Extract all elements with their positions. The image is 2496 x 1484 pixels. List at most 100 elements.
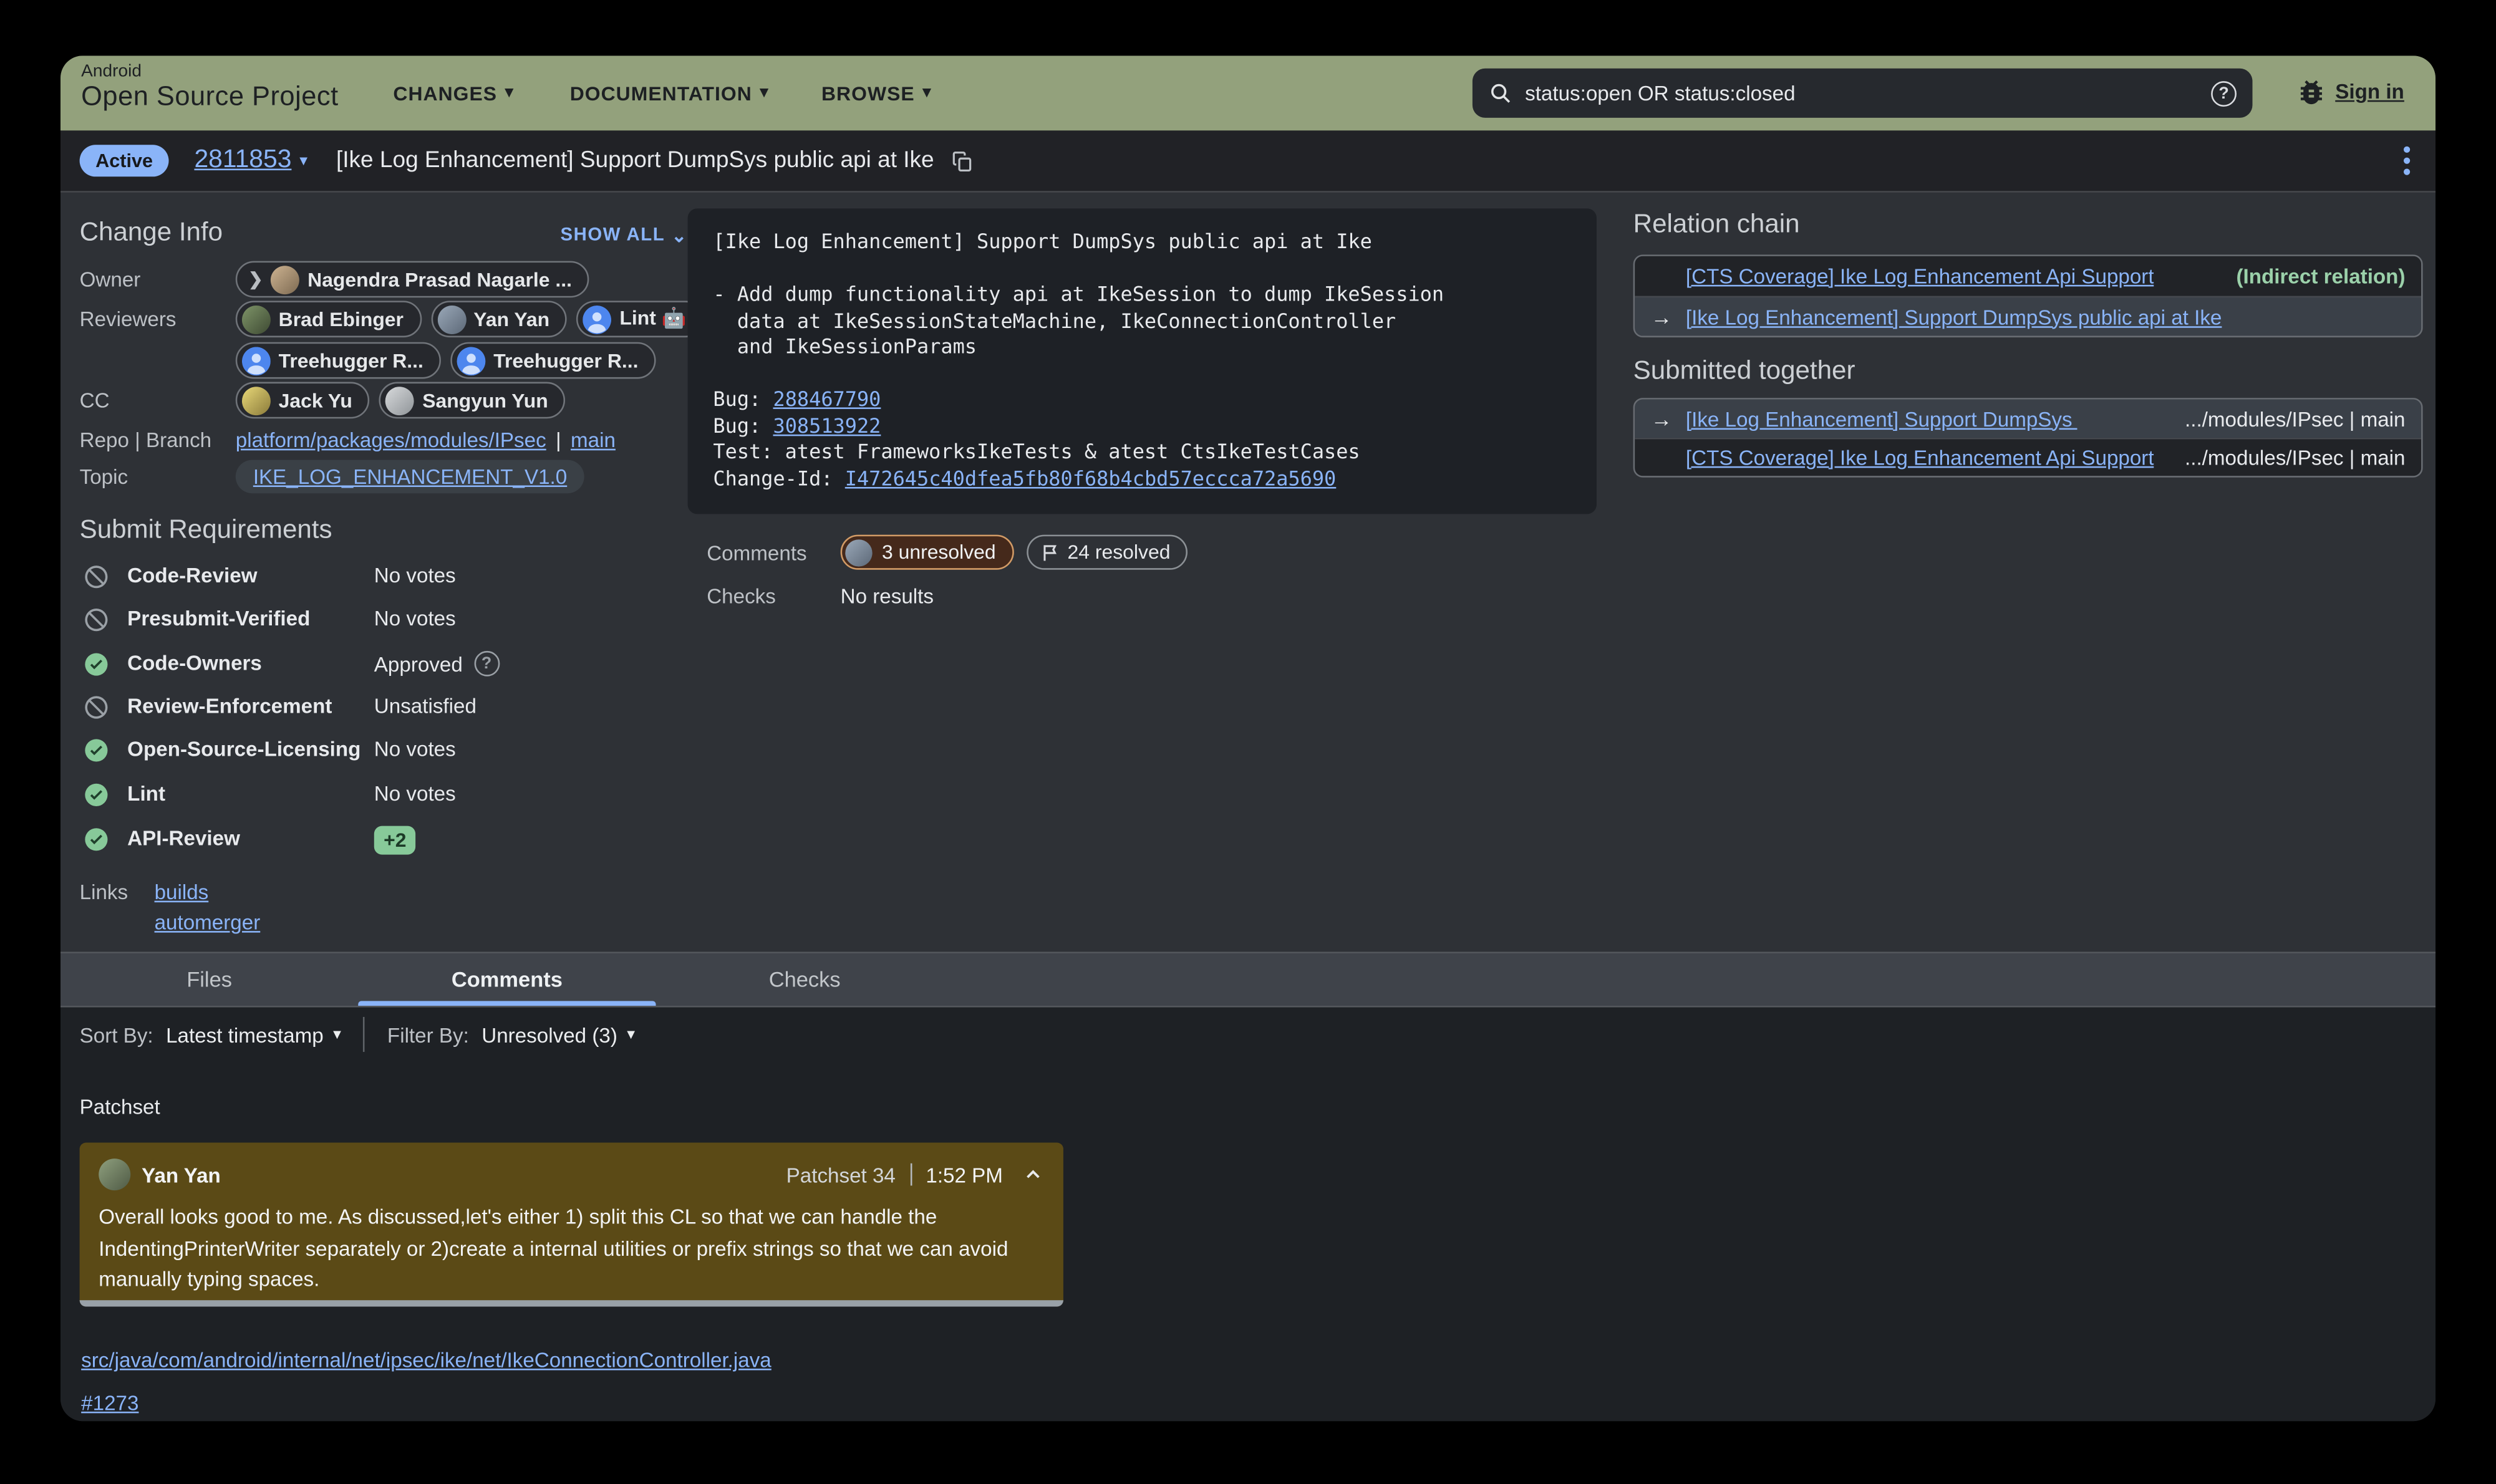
submitted-change-link[interactable]: [CTS Coverage] Ike Log Enhancement Api S… <box>1686 446 2154 470</box>
resolved-comments-chip[interactable]: 24 resolved <box>1026 535 1188 570</box>
change-id-link[interactable]: I472645c40dfea5fb80f68b4cbd57eccca72a569… <box>845 466 1337 489</box>
commit-title: [Ike Log Enhancement] Support DumpSys pu… <box>713 229 1571 256</box>
brand-logo[interactable]: Android Open Source Project <box>81 64 338 110</box>
blocked-icon <box>83 606 110 633</box>
avatar <box>99 1159 130 1190</box>
branch-link[interactable]: main <box>571 428 616 452</box>
change-id-line: Change-Id: I472645c40dfea5fb80f68b4cbd57… <box>713 466 1571 492</box>
person-avatar-icon <box>457 346 486 375</box>
automerger-link[interactable]: automerger <box>155 910 261 934</box>
requirement-row: Code-Owners Approved ? <box>80 649 688 681</box>
reviewer-chip[interactable]: Treehugger R... <box>450 342 655 379</box>
nav-browse[interactable]: BROWSE ▾ <box>821 82 931 104</box>
test-line: Test: atest FrameworksIkeTests & atest C… <box>713 439 1571 465</box>
caret-down-icon: ▾ <box>299 152 307 170</box>
bug-link[interactable]: 308513922 <box>773 413 881 436</box>
repo-link[interactable]: platform/packages/modules/IPsec <box>236 428 546 452</box>
nav-documentation[interactable]: DOCUMENTATION ▾ <box>570 82 769 104</box>
commented-file-link[interactable]: src/java/com/android/internal/net/ipsec/… <box>81 1348 772 1372</box>
submit-requirements-heading: Submit Requirements <box>80 516 332 546</box>
filter-by-label: Filter By: <box>387 1023 469 1046</box>
search-help-icon[interactable]: ? <box>2211 80 2237 106</box>
caret-down-icon: ▾ <box>760 84 769 102</box>
search-input[interactable] <box>1525 81 2199 105</box>
owner-label: Owner <box>80 267 236 291</box>
relation-row: [CTS Coverage] Ike Log Enhancement Api S… <box>1635 256 2421 296</box>
comment-scrollbar[interactable] <box>80 1300 1063 1306</box>
more-options-icon[interactable] <box>2397 140 2417 181</box>
divider <box>364 1017 365 1052</box>
flag-icon <box>1039 542 1060 562</box>
builds-link[interactable]: builds <box>155 880 261 903</box>
avatar <box>271 265 299 294</box>
reviewer-chip[interactable]: Brad Ebinger <box>236 301 421 337</box>
vote-badge: +2 <box>374 826 416 855</box>
status-badge: Active <box>80 145 169 176</box>
sort-dropdown[interactable]: Latest timestamp ▾ <box>166 1023 341 1046</box>
tab-comments[interactable]: Comments <box>358 953 655 1006</box>
search-icon <box>1488 81 1512 105</box>
tab-checks[interactable]: Checks <box>656 953 954 1006</box>
related-change-link[interactable]: [CTS Coverage] Ike Log Enhancement Api S… <box>1686 264 2154 288</box>
indirect-relation-badge: (Indirect relation) <box>2237 264 2406 288</box>
patchset-heading: Patchset <box>80 1095 160 1119</box>
comment-author[interactable]: Yan Yan <box>99 1159 221 1190</box>
checks-value: No results <box>841 584 934 608</box>
collapse-comment-icon[interactable] <box>1022 1164 1045 1186</box>
unresolved-comments-chip[interactable]: 3 unresolved <box>841 535 1013 570</box>
caret-down-icon: ▾ <box>627 1026 635 1043</box>
active-tab-underline <box>358 1001 655 1006</box>
avatar <box>242 305 271 334</box>
brand-top-text: Android <box>81 64 338 82</box>
comments-section: Sort By: Latest timestamp ▾ Filter By: U… <box>60 1008 2436 1422</box>
help-icon[interactable]: ? <box>474 651 500 677</box>
comment-text: Overall looks good to me. As discussed,l… <box>99 1202 1044 1294</box>
submitted-row-current: → [Ike Log Enhancement] Support DumpSys … <box>1635 400 2421 438</box>
caret-down-icon: ▾ <box>922 84 931 102</box>
topic-chip[interactable]: IKE_LOG_ENHANCEMENT_V1.0 <box>236 460 585 494</box>
checks-summary-row: Checks No results <box>707 584 934 608</box>
topic-link[interactable]: IKE_LOG_ENHANCEMENT_V1.0 <box>253 465 567 488</box>
nav-browse-label: BROWSE <box>821 82 915 104</box>
check-circle-icon <box>83 781 110 808</box>
nav-changes-label: CHANGES <box>393 82 497 104</box>
topic-label: Topic <box>80 465 236 488</box>
reviewer-chip[interactable]: Yan Yan <box>430 301 567 337</box>
submitted-together-box: → [Ike Log Enhancement] Support DumpSys … <box>1633 398 2423 478</box>
filter-dropdown[interactable]: Unresolved (3) ▾ <box>481 1023 635 1046</box>
show-all-button[interactable]: SHOW ALL ⌄ <box>561 224 688 247</box>
bug-link[interactable]: 288467790 <box>773 387 881 410</box>
repo-branch-row: Repo | Branch platform/packages/modules/… <box>80 428 616 452</box>
sign-in-link[interactable]: Sign in <box>2335 80 2404 104</box>
nav-changes[interactable]: CHANGES ▾ <box>393 82 513 104</box>
cc-chip[interactable]: Jack Yu <box>236 382 370 419</box>
comment-ref-link[interactable]: #1273 <box>81 1391 138 1415</box>
related-change-link[interactable]: [Ike Log Enhancement] Support DumpSys pu… <box>1686 305 2222 329</box>
search-bar[interactable]: ? <box>1473 69 2253 118</box>
change-number-link[interactable]: 2811853 <box>194 147 291 175</box>
comment-header: Yan Yan Patchset 34 1:52 PM <box>99 1159 1044 1190</box>
submitted-change-link[interactable]: [Ike Log Enhancement] Support DumpSys pu… <box>1686 407 2079 430</box>
report-bug-icon[interactable] <box>2295 77 2327 108</box>
check-circle-icon <box>83 826 110 853</box>
caret-down-icon: ▾ <box>505 84 514 102</box>
tab-files[interactable]: Files <box>60 953 358 1006</box>
submitted-repo-branch: .../modules/IPsec | main <box>2185 446 2405 470</box>
cc-chip[interactable]: Sangyun Yun <box>379 382 565 419</box>
owner-name: Nagendra Prasad Nagarle ... <box>307 268 572 291</box>
submitted-together-heading: Submitted together <box>1633 357 1855 387</box>
comment-card: Yan Yan Patchset 34 1:52 PM Overall look… <box>80 1143 1063 1307</box>
reviewer-chip[interactable]: Treehugger R... <box>236 342 441 379</box>
avatar <box>242 386 271 415</box>
reviewers-label: Reviewers <box>80 307 236 331</box>
reviewer-chip[interactable]: Lint 🤖 <box>576 301 704 337</box>
submitted-row: [CTS Coverage] Ike Log Enhancement Api S… <box>1635 438 2421 476</box>
change-header: Active 2811853 ▾ [Ike Log Enhancement] S… <box>60 130 2436 193</box>
attention-arrow-icon: ❯ <box>248 269 263 289</box>
change-number-dropdown[interactable]: 2811853 ▾ <box>194 147 307 175</box>
blocked-icon <box>83 564 110 590</box>
copy-icon[interactable] <box>950 149 974 173</box>
chevron-down-icon: ⌄ <box>671 224 687 247</box>
owner-chip[interactable]: ❯ Nagendra Prasad Nagarle ... <box>236 261 589 298</box>
commit-message: [Ike Log Enhancement] Support DumpSys pu… <box>688 208 1597 514</box>
